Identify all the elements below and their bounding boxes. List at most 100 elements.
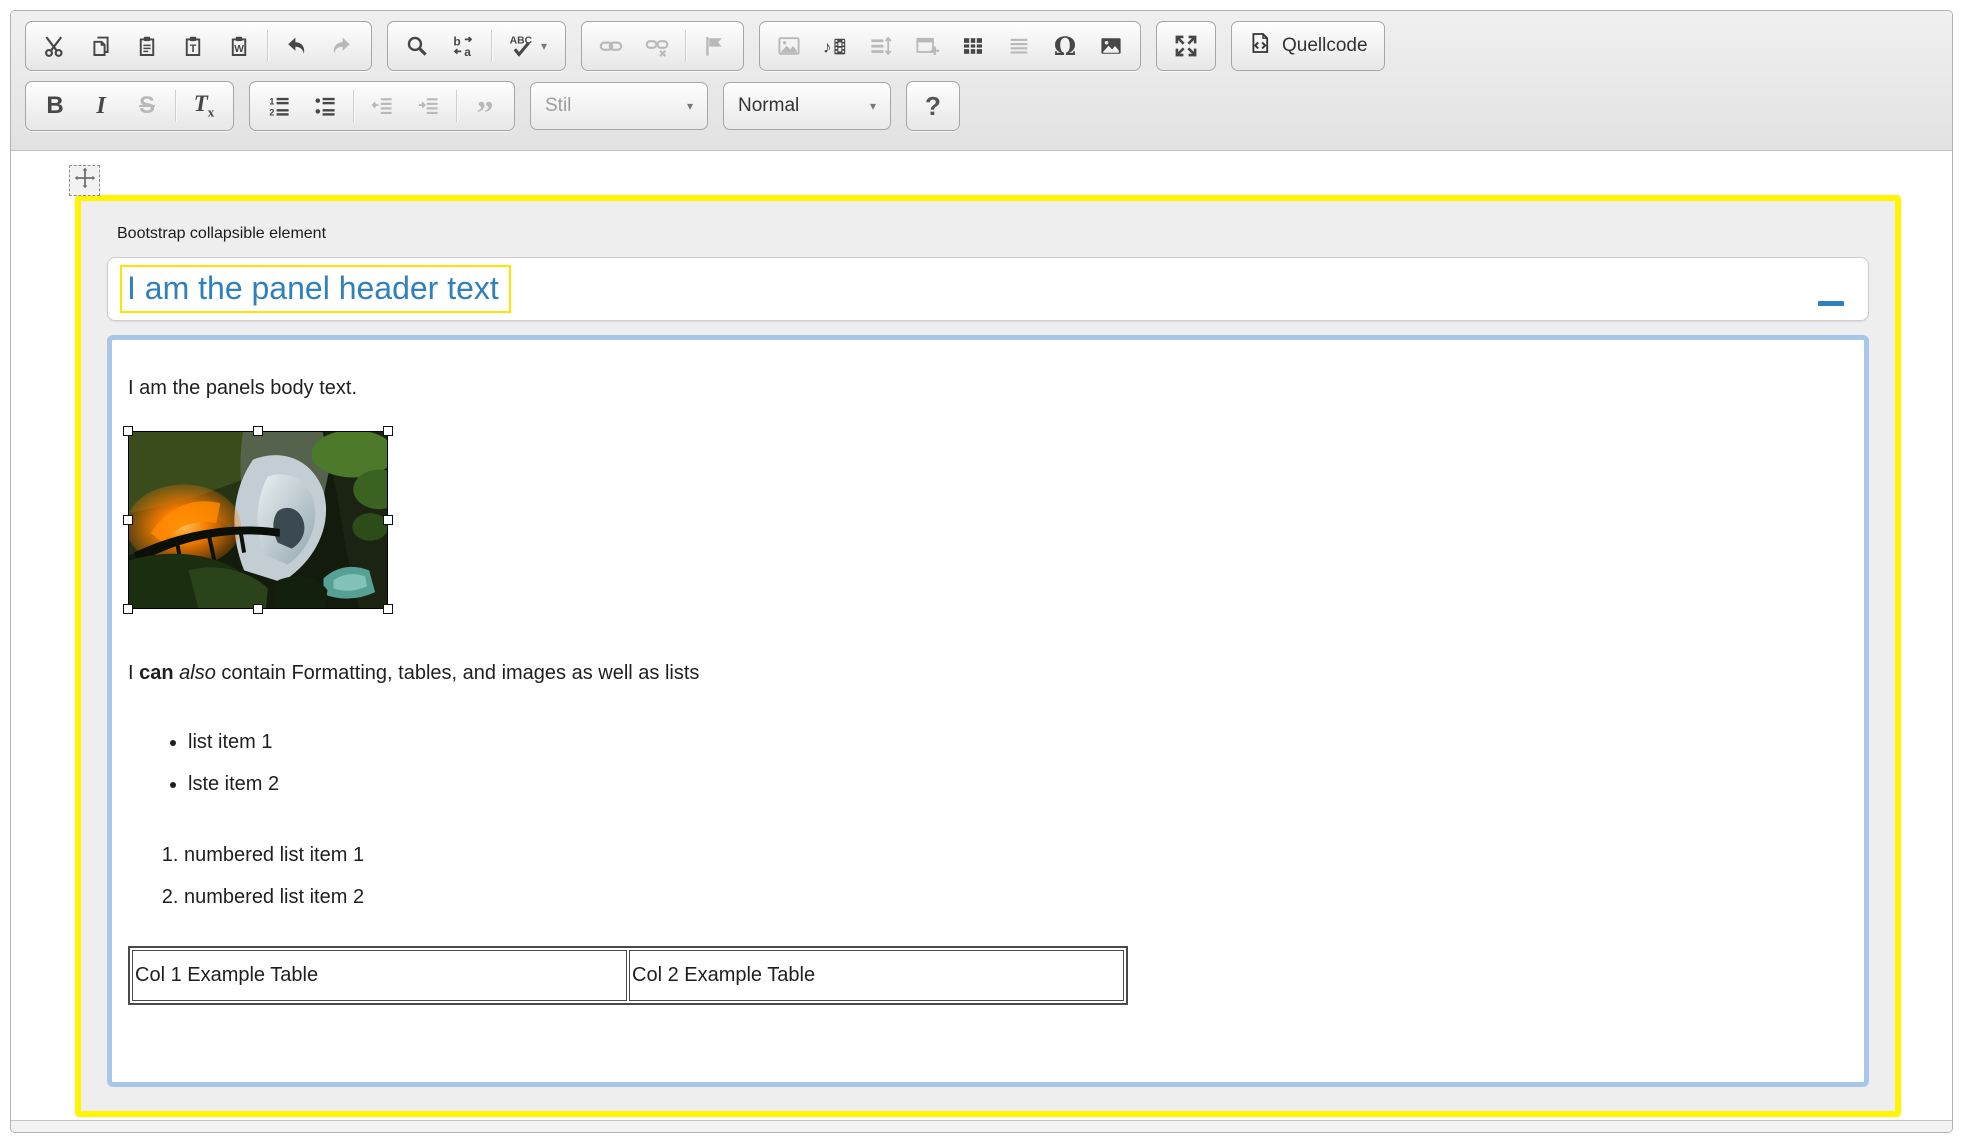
table-cell[interactable]: Col 2 Example Table: [629, 950, 1124, 1001]
format-combo[interactable]: Normal ▾: [723, 82, 891, 130]
paste-button[interactable]: [124, 25, 170, 67]
line-spacing-button[interactable]: [858, 25, 904, 67]
resize-handle-middle-right[interactable]: [383, 515, 393, 525]
resize-handle-bottom-left[interactable]: [123, 604, 133, 614]
formatted-paragraph[interactable]: I can also contain Formatting, tables, a…: [128, 661, 1848, 686]
anchor-button[interactable]: [691, 25, 737, 67]
paste-word-icon: W: [227, 34, 251, 58]
widget-label: Bootstrap collapsible element: [117, 225, 327, 242]
resize-handle-bottom-right[interactable]: [383, 604, 393, 614]
text-segment: contain Formatting, tables, and images a…: [215, 662, 700, 684]
svg-text:♪: ♪: [823, 38, 831, 57]
find-button[interactable]: [394, 25, 440, 67]
remove-format-icon: Tx: [193, 91, 215, 120]
editor-frame: T W ba ABC ▾ ♪ Ω Quellcode B I S Tx 1 2 …: [10, 10, 1953, 1133]
spellcheck-button[interactable]: ABC ▾: [497, 25, 559, 67]
collapse-icon[interactable]: [1818, 301, 1844, 306]
outdent-button[interactable]: [359, 85, 405, 127]
paste-word-button[interactable]: W: [216, 25, 262, 67]
separator: [267, 30, 268, 62]
paste-icon: [135, 34, 159, 58]
source-button[interactable]: Quellcode: [1231, 21, 1385, 71]
link-button[interactable]: [588, 25, 634, 67]
horizontal-rule-icon: [1006, 34, 1032, 58]
widget-drag-handle[interactable]: [69, 165, 100, 196]
italic-button[interactable]: I: [78, 85, 124, 127]
styles-combo[interactable]: Stil ▾: [530, 82, 708, 130]
help-group: ?: [906, 81, 960, 131]
media-icon: ♪: [822, 34, 848, 58]
indent-button[interactable]: [405, 85, 451, 127]
numbered-list-button[interactable]: 12: [256, 85, 302, 127]
maximize-icon: [1173, 33, 1199, 59]
maximize-button[interactable]: [1163, 25, 1209, 67]
resize-handle-middle-left[interactable]: [123, 515, 133, 525]
cut-button[interactable]: [32, 25, 78, 67]
replace-button[interactable]: ba: [440, 25, 486, 67]
table-button[interactable]: [950, 25, 996, 67]
numbered-list-icon: 12: [266, 94, 292, 118]
resize-handle-top-center[interactable]: [253, 426, 263, 436]
selected-image[interactable]: [123, 426, 393, 614]
list-item[interactable]: list item 1: [188, 730, 1848, 755]
unlink-icon: [644, 34, 670, 58]
undo-icon: [283, 34, 309, 58]
copy-button[interactable]: [78, 25, 124, 67]
chevron-down-icon: ▾: [540, 39, 548, 53]
undo-button[interactable]: [273, 25, 319, 67]
elements-path-bar: [11, 1120, 1952, 1132]
strike-button[interactable]: S: [124, 85, 170, 127]
svg-text:T: T: [190, 43, 197, 55]
table-cell[interactable]: Col 1 Example Table: [132, 950, 627, 1001]
list-item[interactable]: numbered list item 1: [184, 843, 1848, 868]
insert-group: ♪ Ω: [759, 21, 1141, 71]
copy-icon: [89, 34, 113, 58]
outdent-icon: [369, 94, 395, 118]
italic-icon: I: [96, 92, 106, 119]
remove-format-button[interactable]: Tx: [181, 85, 227, 127]
image-icon: [776, 34, 802, 58]
separator: [175, 90, 176, 122]
list-item[interactable]: numbered list item 2: [184, 885, 1848, 910]
media-button[interactable]: ♪: [812, 25, 858, 67]
blockquote-button[interactable]: ”: [462, 85, 508, 132]
bold-button[interactable]: B: [32, 85, 78, 127]
image-button[interactable]: [766, 25, 812, 67]
special-char-button[interactable]: Ω: [1042, 25, 1088, 67]
paste-text-button[interactable]: T: [170, 25, 216, 67]
screenshot-canvas: T W ba ABC ▾ ♪ Ω Quellcode B I S Tx 1 2 …: [0, 0, 1964, 1144]
editing-area[interactable]: Bootstrap collapsible element I am the p…: [11, 151, 1952, 1120]
svg-text:2: 2: [269, 108, 274, 118]
panel-header[interactable]: I am the panel header text: [107, 257, 1869, 321]
bootstrap-collapsible-widget[interactable]: Bootstrap collapsible element I am the p…: [75, 195, 1901, 1117]
iframe-button[interactable]: [904, 25, 950, 67]
svg-text:W: W: [234, 44, 244, 55]
styles-combo-label: Stil: [545, 95, 572, 116]
resize-handle-bottom-center[interactable]: [253, 604, 263, 614]
blockquote-icon: ”: [476, 95, 494, 132]
strike-icon: S: [138, 92, 155, 119]
separator: [456, 90, 457, 122]
anchor-flag-icon: [702, 34, 726, 58]
bold-text: can: [139, 662, 174, 684]
help-button[interactable]: ?: [913, 85, 953, 127]
panel-body-editable[interactable]: I am the panels body text. I can also co…: [107, 335, 1869, 1087]
resize-handle-top-left[interactable]: [123, 426, 133, 436]
list-item[interactable]: lste item 2: [188, 772, 1848, 797]
resize-handle-top-right[interactable]: [383, 426, 393, 436]
bulleted-list-button[interactable]: [302, 85, 348, 127]
svg-text:b: b: [453, 34, 460, 48]
bold-icon: B: [46, 92, 64, 119]
line-spacing-icon: [868, 34, 894, 58]
horizontal-rule-button[interactable]: [996, 25, 1042, 67]
svg-text:ABC: ABC: [510, 35, 533, 46]
unlink-button[interactable]: [634, 25, 680, 67]
panel-header-editable[interactable]: I am the panel header text: [120, 265, 511, 313]
redo-button[interactable]: [319, 25, 365, 67]
enhanced-image-icon: [1098, 34, 1124, 58]
maximize-group: [1156, 21, 1216, 71]
gorge-photo: [129, 432, 387, 608]
body-paragraph[interactable]: I am the panels body text.: [128, 376, 1848, 401]
enhanced-image-button[interactable]: [1088, 25, 1134, 67]
move-handle-icon: [74, 167, 96, 194]
